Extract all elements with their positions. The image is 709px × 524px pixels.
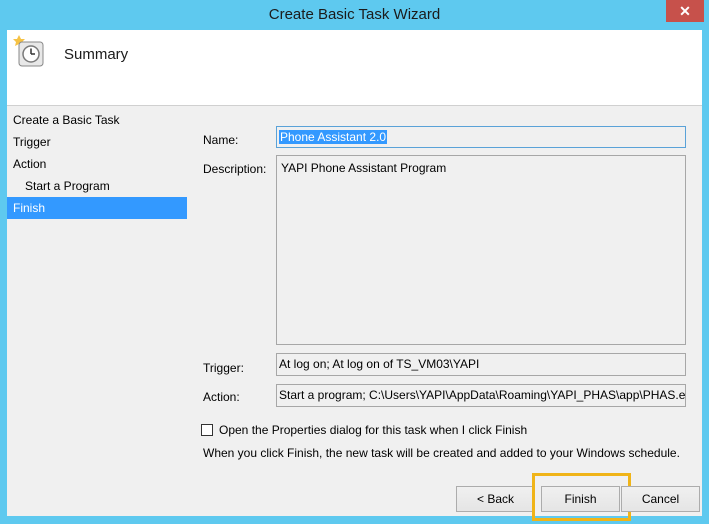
name-field[interactable]: Phone Assistant 2.0 (276, 126, 686, 148)
nav-item-start-program[interactable]: Start a Program (7, 175, 187, 197)
page-title: Summary (64, 46, 129, 63)
clock-task-icon (13, 35, 44, 67)
trigger-label: Trigger: (203, 361, 244, 375)
trigger-field[interactable]: At log on; At log on of TS_VM03\YAPI (276, 353, 686, 376)
wizard-steps-nav: Create a Basic Task Trigger Action Start… (7, 109, 187, 219)
description-label: Description: (203, 162, 267, 176)
title-bar: Create Basic Task Wizard ✕ (0, 0, 709, 30)
nav-item-action[interactable]: Action (7, 153, 187, 175)
back-button[interactable]: < Back (456, 486, 535, 512)
action-label: Action: (203, 390, 240, 404)
wizard-header: Summary (7, 30, 702, 106)
close-button[interactable]: ✕ (666, 0, 704, 22)
description-field[interactable]: YAPI Phone Assistant Program (276, 155, 686, 345)
finish-button[interactable]: Finish (541, 486, 620, 512)
name-value: Phone Assistant 2.0 (279, 130, 388, 144)
nav-item-finish[interactable]: Finish (7, 197, 187, 219)
cancel-button[interactable]: Cancel (621, 486, 700, 512)
wizard-body: Summary Create a Basic Task Trigger Acti… (7, 30, 702, 521)
action-field[interactable]: Start a program; C:\Users\YAPI\AppData\R… (276, 384, 686, 407)
window-title: Create Basic Task Wizard (268, 6, 441, 23)
open-properties-checkbox[interactable] (201, 424, 213, 436)
info-text: When you click Finish, the new task will… (203, 446, 680, 460)
open-properties-label[interactable]: Open the Properties dialog for this task… (219, 423, 527, 437)
nav-item-trigger[interactable]: Trigger (7, 131, 187, 153)
nav-item-create-basic-task[interactable]: Create a Basic Task (7, 109, 187, 131)
name-label: Name: (203, 133, 239, 147)
